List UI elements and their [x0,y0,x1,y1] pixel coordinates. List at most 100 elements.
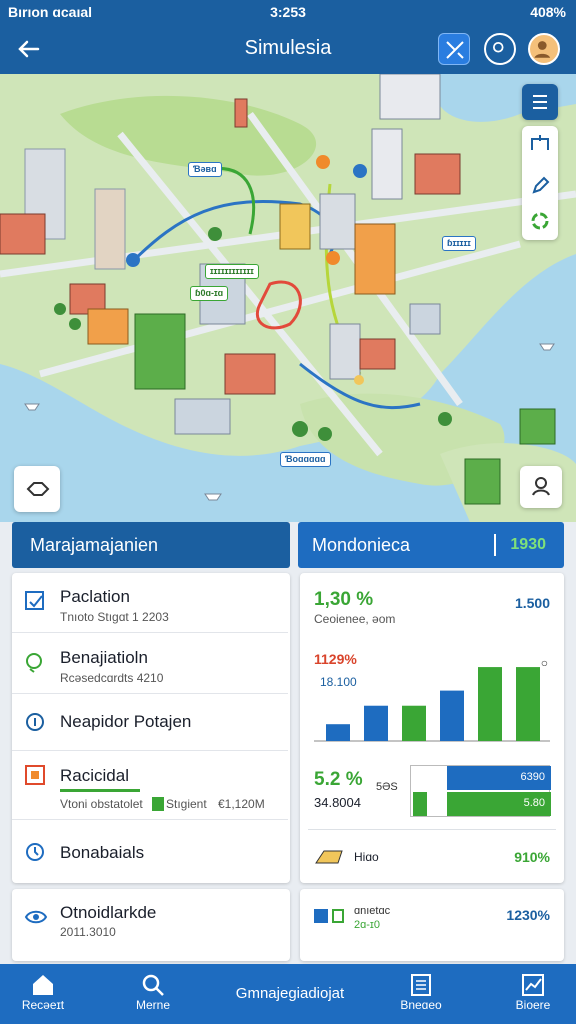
map-pin-icon[interactable] [326,251,340,265]
map-pin-icon[interactable] [316,155,330,169]
chart-bar[interactable] [478,667,502,741]
ruler-icon [315,850,343,864]
list-item-boundaries[interactable]: Bonabaials [12,821,288,883]
summary-value: 1230% [506,907,550,923]
blue-square-icon [314,909,328,923]
map-pin-icon[interactable] [126,253,140,267]
monitor-card: 1,30 % Ceoienee, əom 1.500 1129% 18.100 … [300,573,564,883]
list-item-population[interactable]: Paclation Tnıoto Stıgɑt 1 2203 [12,573,288,633]
list-item-value: €1,120M [218,797,265,811]
gear-icon [493,42,504,53]
map-label[interactable]: ɪɪɪɪɪɪɪɪɪɪɪɪ [205,264,259,279]
location-pin-icon [26,653,42,673]
comparison-bar-small [413,792,427,816]
app-bar: Simulesia [0,24,576,74]
comparison-bars[interactable]: 6390 5.80 [410,765,551,817]
list-item-subtitle: Rcəsedcɑrdts 4210 [60,671,164,685]
comparison-bar-blue-value: 6390 [520,771,545,783]
divider [494,534,496,556]
nav-item-search[interactable]: Merne [110,964,196,1024]
overview-subtitle: 2011.3010 [60,925,116,939]
map-menu-button[interactable] [522,84,558,120]
person-icon [532,477,550,496]
nav-item-stats[interactable]: Bioere [490,964,576,1024]
comparison-bar-blue: 6390 [447,766,551,790]
nav-item-reports[interactable]: Bneɑeo [378,964,464,1024]
checkbox-icon [25,591,44,610]
chart-bar[interactable] [326,724,350,741]
overview-title: Otnoidlarkde [60,903,157,922]
pencil-icon[interactable] [522,167,558,203]
list-item-title: Paclation [60,587,130,606]
home-icon [33,975,53,995]
chart-icon [522,974,544,996]
info-icon [26,713,44,731]
list-item-subtitle: Vtoni obstatolet [60,797,143,811]
list-item-subtitle: Tnıoto Stıgɑt 1 2203 [60,610,169,624]
kpi-right-value: 1.500 [514,595,550,611]
divider [308,829,556,830]
map-pin-icon[interactable] [353,164,367,178]
status-bar: Bırıon ɑcaıal 3:253 408% [0,0,576,24]
chart-annotation: 18.100 [320,675,357,689]
kpi2-sub: 34.8004 [314,795,361,810]
green-square-icon [332,909,344,923]
chart-bar[interactable] [364,705,388,741]
management-panel-title: Marajamajanien [30,535,159,555]
status-time: 3:253 [270,4,306,20]
measure-icon[interactable] [522,126,558,162]
kpi2-value: 5.2 % [314,769,363,790]
avatar-icon [534,41,551,58]
management-list: Paclation Tnıoto Stıgɑt 1 2203 Benajiati… [12,573,290,883]
map-layer-button[interactable] [14,466,60,512]
list-icon [533,95,547,109]
map-label[interactable]: ɓ0ɑ-ɪɑ [190,286,229,301]
chart-bar[interactable] [516,667,540,741]
management-panel-header[interactable]: Marajamajanien [12,522,290,568]
comparison-bar-green-value: 5.80 [523,797,545,809]
monitor-panel-header[interactable]: Mondonieca 1930 [298,522,564,568]
map-toggle-button[interactable] [438,33,470,65]
kpi-value: 1,30 % [314,589,374,610]
map-pin-icon[interactable] [354,375,364,385]
settings-button[interactable] [484,33,516,65]
map-tools-panel [522,126,558,240]
bottom-nav: Recəeɪt Merne Gmnajegiadiojat Bneɑeo Bio… [0,964,576,1024]
avatar[interactable] [528,33,560,65]
chart-bar[interactable] [440,690,464,741]
nav-item-management[interactable]: Gmnajegiadiojat [210,964,370,1024]
metric-value: 910% [514,849,550,865]
list-item-title: Racicidal [60,766,129,785]
nav-item-home[interactable]: Recəeɪt [0,964,86,1024]
list-item-residential[interactable]: Racicidal Vtoni obstatolet Stıgient €1,1… [12,752,288,820]
comparison-bar-green: 5.80 [447,792,551,816]
overview-card[interactable]: Otnoidlarkde 2011.3010 [12,889,290,961]
list-item-title: Bonabaials [60,843,145,862]
nav-label: Bioere [515,998,551,1012]
map-label[interactable]: ɓɪɪɪɪɪ [442,236,476,251]
list-item-title: Benajiatioln [60,648,148,667]
metric-label: Hiɑo [354,850,379,864]
map-label[interactable]: Ɓəʙɑ [188,162,222,177]
recycle-icon[interactable] [522,203,558,239]
list-item-neighborhood[interactable]: Neapidor Potajen [12,695,288,751]
monitor-panel-title: Mondonieca [312,535,411,555]
nav-label: Gmnajegiadiojat [235,985,345,1002]
chart-annotation-red: 1129% [314,651,357,667]
list-item-title: Neapidor Potajen [60,712,192,731]
clock-icon [26,843,44,861]
summary-card[interactable]: ɑnıetɑc 2ɑ-ɪ0 1230% [300,889,564,961]
map-label[interactable]: Ɓoɑɑɑɑɑ [280,452,331,467]
kpi-label: Ceoienee, əom [314,612,396,626]
summary-sub: 2ɑ-ɪ0 [354,919,380,931]
city-map[interactable]: Ɓəʙɑ ɪɪɪɪɪɪɪɪɪɪɪɪ ɓ0ɑ-ɪɑ ɓɪɪɪɪɪ Ɓoɑɑɑɑɑ [0,74,576,522]
monitor-badge: 1930 [510,536,546,553]
summary-label: ɑnıetɑc [354,905,391,917]
user-location-button[interactable] [520,466,562,508]
chart-bar[interactable] [402,705,426,741]
nav-label: Bneɑeo [400,998,442,1012]
layer-shape-icon [26,482,50,496]
search-icon [142,974,164,996]
kpi2-mid: 5ƏS [376,781,398,793]
list-item-navigation[interactable]: Benajiatioln Rcəsedcɑrdts 4210 [12,634,288,694]
